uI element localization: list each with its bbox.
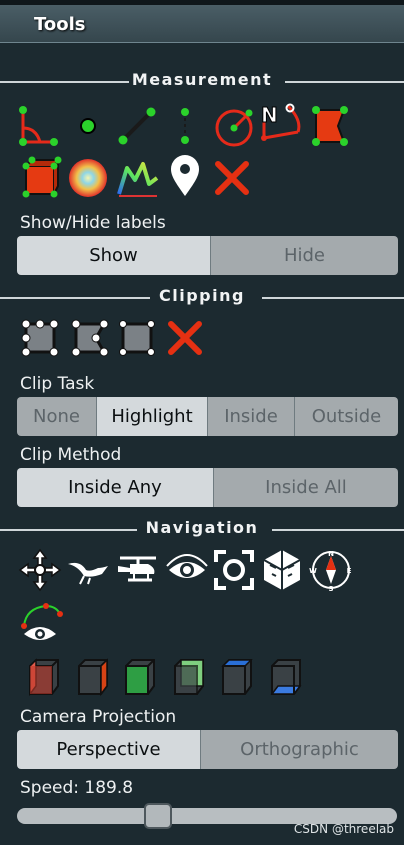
- clip-method-toggle: Inside Any Inside All: [17, 468, 398, 507]
- clip-method-inside-any[interactable]: Inside Any: [17, 468, 214, 507]
- clip-task-none[interactable]: None: [17, 397, 97, 436]
- clip-screen-box-icon[interactable]: [115, 316, 159, 360]
- north-letter: N: [261, 103, 278, 127]
- remove-icon[interactable]: [210, 156, 254, 200]
- navigation-label: Navigation: [145, 518, 259, 537]
- measurement-section-header: Measurement: [0, 70, 404, 94]
- left-view-icon[interactable]: [20, 656, 64, 700]
- fly-control-icon[interactable]: [66, 548, 110, 592]
- camera-projection-title: Camera Projection: [20, 707, 177, 727]
- labels-toggle: Show Hide: [17, 236, 398, 275]
- remove-clips-icon[interactable]: [163, 316, 207, 360]
- earth-control-icon[interactable]: [18, 548, 62, 592]
- azimuth-icon[interactable]: N: [258, 100, 302, 144]
- navigation-cube-icon[interactable]: [260, 548, 304, 592]
- clip-task-title: Clip Task: [20, 374, 95, 394]
- compass-n: N: [328, 550, 334, 558]
- sphere-volume-icon[interactable]: [66, 156, 110, 200]
- tools-title: Tools: [34, 14, 86, 35]
- clip-task-toggle: None Highlight Inside Outside: [17, 397, 398, 436]
- measurement-label: Measurement: [131, 70, 273, 89]
- angle-icon[interactable]: [16, 104, 60, 148]
- orbit-control-icon[interactable]: [165, 548, 209, 592]
- height-icon[interactable]: [163, 104, 207, 148]
- hide-labels-button[interactable]: Hide: [211, 236, 398, 275]
- navigation-section-header: Navigation: [0, 518, 404, 542]
- right-view-icon[interactable]: [69, 656, 113, 700]
- circle-icon[interactable]: [212, 104, 256, 148]
- clip-method-title: Clip Method: [20, 445, 122, 465]
- clip-polygon-icon[interactable]: [68, 316, 112, 360]
- clip-task-highlight[interactable]: Highlight: [97, 397, 208, 436]
- front-view-icon[interactable]: [116, 656, 160, 700]
- compass-e: E: [347, 567, 352, 575]
- watermark: CSDN @threelab: [293, 822, 394, 836]
- top-view-icon[interactable]: [213, 656, 257, 700]
- perspective-button[interactable]: Perspective: [17, 730, 201, 769]
- clip-task-inside[interactable]: Inside: [208, 397, 295, 436]
- compass-icon[interactable]: N S E W: [309, 548, 353, 593]
- annotation-icon[interactable]: [163, 154, 207, 198]
- show-labels-button[interactable]: Show: [17, 236, 211, 275]
- clip-method-inside-all[interactable]: Inside All: [214, 468, 398, 507]
- compass-s: S: [328, 585, 333, 593]
- focus-icon[interactable]: [212, 548, 256, 592]
- camera-projection-toggle: Perspective Orthographic: [17, 730, 398, 769]
- clip-volume-icon[interactable]: [18, 316, 62, 360]
- distance-icon[interactable]: [115, 104, 159, 148]
- volume-icon[interactable]: [18, 156, 62, 200]
- profile-icon[interactable]: [115, 156, 159, 200]
- tools-header[interactable]: Tools: [0, 5, 404, 43]
- clipping-label: Clipping: [159, 286, 245, 305]
- clip-task-outside[interactable]: Outside: [295, 397, 398, 436]
- compass-w: W: [309, 567, 317, 575]
- area-icon[interactable]: [308, 104, 352, 148]
- bottom-view-icon[interactable]: [262, 656, 306, 700]
- point-icon[interactable]: [66, 104, 110, 148]
- clipping-section-header: Clipping: [0, 286, 404, 310]
- speed-slider-thumb[interactable]: [144, 803, 172, 829]
- speed-label: Speed: 189.8: [20, 778, 134, 798]
- orthographic-button[interactable]: Orthographic: [201, 730, 398, 769]
- helicopter-control-icon[interactable]: [116, 548, 160, 592]
- back-view-icon[interactable]: [165, 656, 209, 700]
- labels-title: Show/Hide labels: [20, 213, 166, 233]
- camera-animation-icon[interactable]: [18, 602, 63, 646]
